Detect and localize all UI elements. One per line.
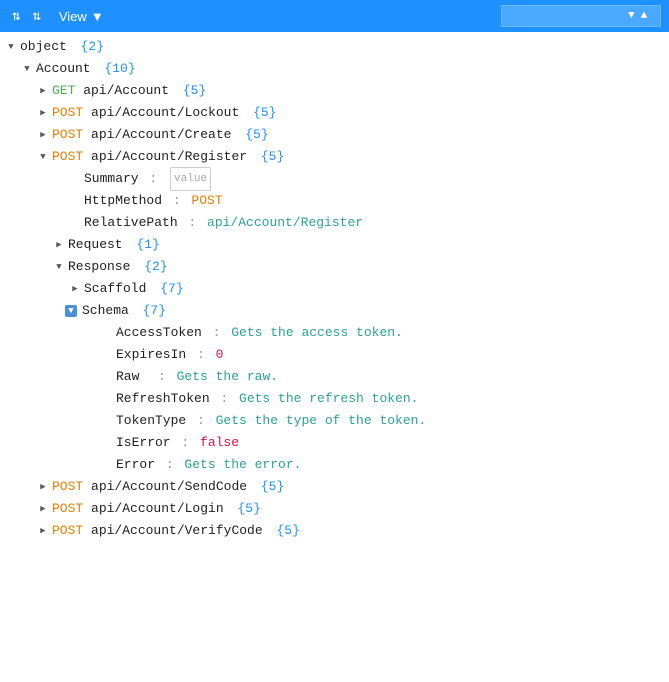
tree-row-accesstoken: AccessToken : Gets the access token. <box>0 322 669 344</box>
refreshtoken-value: Gets the refresh token. <box>239 388 418 410</box>
post-method-create: POST <box>52 124 83 146</box>
view-dropdown-arrow: ▼ <box>91 9 104 24</box>
tree-row-post-verifycode: POST api/Account/VerifyCode {5} <box>0 520 669 542</box>
toggle-root[interactable] <box>4 40 18 54</box>
expiresin-value: 0 <box>216 344 224 366</box>
expiresin-key: ExpiresIn <box>116 344 186 366</box>
relativepath-value: api/Account/Register <box>207 212 363 234</box>
raw-value: Gets the raw. <box>177 366 278 388</box>
tree-row-post-login: POST api/Account/Login {5} <box>0 498 669 520</box>
error-value: Gets the error. <box>184 454 301 476</box>
iserror-key: IsError <box>116 432 171 454</box>
toggle-post-lockout[interactable] <box>36 106 50 120</box>
account-count: {10} <box>104 58 135 80</box>
search-up-icon[interactable]: ▲ <box>639 10 650 22</box>
tree-row-relativepath: RelativePath : api/Account/Register <box>0 212 669 234</box>
toolbar: ⇅ ⇅ View ▼ ▼ ▲ <box>0 0 669 32</box>
tree-row-scaffold: Scaffold {7} <box>0 278 669 300</box>
refreshtoken-key: RefreshToken <box>116 388 210 410</box>
httpmethod-key: HttpMethod <box>84 190 162 212</box>
toggle-schema-wrapper: ▼ <box>60 305 82 317</box>
tree-row-post-create: POST api/Account/Create {5} <box>0 124 669 146</box>
request-key: Request <box>68 234 123 256</box>
toggle-request[interactable] <box>52 238 66 252</box>
toggle-response[interactable] <box>52 260 66 274</box>
view-label: View <box>59 9 87 24</box>
get-method: GET <box>52 80 75 102</box>
tree-row-schema: ▼ Schema {7} <box>0 300 669 322</box>
tree-row-post-register: POST api/Account/Register {5} <box>0 146 669 168</box>
tree-row-httpmethod: HttpMethod : POST <box>0 190 669 212</box>
summary-value: value <box>170 167 211 191</box>
tokentype-key: TokenType <box>116 410 186 432</box>
root-space <box>70 36 78 58</box>
accesstoken-value: Gets the access token. <box>231 322 403 344</box>
schema-key: Schema <box>82 300 129 322</box>
tree-row-response: Response {2} <box>0 256 669 278</box>
tokentype-value: Gets the type of the token. <box>216 410 427 432</box>
root-count: {2} <box>81 36 104 58</box>
tree-row-summary: Summary : value <box>0 168 669 190</box>
toolbar-icons: ⇅ ⇅ <box>8 6 45 27</box>
root-line: object {2} <box>20 36 661 58</box>
post-method-lockout: POST <box>52 102 83 124</box>
tree-row-expiresin: ExpiresIn : 0 <box>0 344 669 366</box>
tree-row-account: Account {10} <box>0 58 669 80</box>
post-method-verifycode: POST <box>52 520 83 542</box>
tree-row-error: Error : Gets the error. <box>0 454 669 476</box>
root-key: object <box>20 36 67 58</box>
post-method-sendcode: POST <box>52 476 83 498</box>
tree-row-post-sendcode: POST api/Account/SendCode {5} <box>0 476 669 498</box>
toggle-post-create[interactable] <box>36 128 50 142</box>
response-key: Response <box>68 256 130 278</box>
search-box: ▼ ▲ <box>501 5 661 27</box>
httpmethod-value: POST <box>191 190 222 212</box>
toggle-post-login[interactable] <box>36 502 50 516</box>
move-up-icon[interactable]: ⇅ <box>8 6 24 27</box>
tree-row-raw: Raw : Gets the raw. <box>0 366 669 388</box>
toggle-account[interactable] <box>20 62 34 76</box>
relativepath-key: RelativePath <box>84 212 178 234</box>
tree-container: object {2} Account {10} GET api/Account … <box>0 32 669 682</box>
tree-row-refreshtoken: RefreshToken : Gets the refresh token. <box>0 388 669 410</box>
tree-row-iserror: IsError : false <box>0 432 669 454</box>
toggle-post-register[interactable] <box>36 150 50 164</box>
toggle-scaffold[interactable] <box>68 282 82 296</box>
tree-row-get-account: GET api/Account {5} <box>0 80 669 102</box>
summary-key: Summary <box>84 168 139 190</box>
tree-row-post-lockout: POST api/Account/Lockout {5} <box>0 102 669 124</box>
post-method-login: POST <box>52 498 83 520</box>
view-button[interactable]: View ▼ <box>53 7 110 26</box>
search-down-icon[interactable]: ▼ <box>626 10 637 22</box>
toggle-post-sendcode[interactable] <box>36 480 50 494</box>
search-controls: ▼ ▲ <box>626 10 649 22</box>
tree-row-request: Request {1} <box>0 234 669 256</box>
sort-icon[interactable]: ⇅ <box>28 6 44 27</box>
error-key: Error <box>116 454 155 476</box>
scaffold-key: Scaffold <box>84 278 146 300</box>
account-key: Account <box>36 58 91 80</box>
search-input[interactable] <box>506 9 626 23</box>
accesstoken-key: AccessToken <box>116 322 202 344</box>
tree-row-tokentype: TokenType : Gets the type of the token. <box>0 410 669 432</box>
tree-row-root: object {2} <box>0 36 669 58</box>
toggle-schema[interactable]: ▼ <box>65 305 76 317</box>
iserror-value: false <box>200 432 239 454</box>
post-method-register: POST <box>52 146 83 168</box>
toggle-post-verifycode[interactable] <box>36 524 50 538</box>
raw-key: Raw <box>116 366 139 388</box>
toggle-get-account[interactable] <box>36 84 50 98</box>
